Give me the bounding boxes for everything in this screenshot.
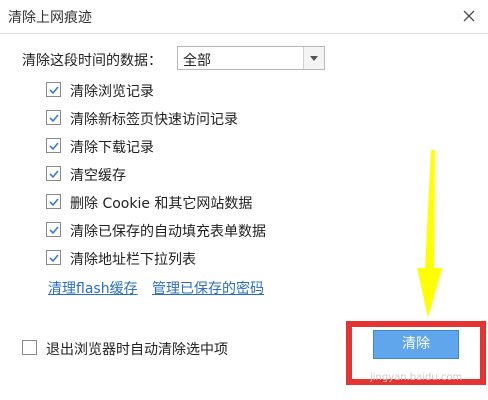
checkbox-checked[interactable] (46, 110, 61, 125)
checkbox-checked[interactable] (46, 138, 61, 153)
auto-clear-label: 退出浏览器时自动清除选中项 (46, 342, 228, 358)
clear-button[interactable]: 清除 (373, 330, 459, 359)
option-label: 清除浏览记录 (70, 84, 154, 100)
option-label: 清除下载记录 (70, 140, 154, 156)
time-range-label: 清除这段时间的数据： (22, 53, 162, 69)
option-label: 删除 Cookie 和其它网站数据 (70, 196, 253, 212)
dialog-titlebar: 清除上网痕迹 (0, 0, 488, 34)
checkbox-unchecked[interactable] (22, 340, 37, 355)
close-icon[interactable] (460, 7, 478, 25)
chevron-down-icon[interactable] (303, 47, 324, 69)
checkbox-checked[interactable] (46, 82, 61, 97)
time-range-value: 全部 (183, 53, 211, 69)
checkmark-icon (49, 170, 59, 179)
checkbox-checked[interactable] (46, 194, 61, 209)
yellow-arrow-icon (417, 150, 442, 318)
checkbox-checked[interactable] (46, 222, 61, 237)
checkmark-icon (49, 254, 59, 263)
option-label: 清除地址栏下拉列表 (70, 252, 196, 268)
option-label: 清除已保存的自动填充表单数据 (70, 224, 266, 240)
option-label: 清除新标签页快速访问记录 (70, 112, 238, 128)
time-range-select[interactable]: 全部 (177, 46, 325, 70)
dialog-title: 清除上网痕迹 (8, 10, 92, 26)
checkmark-icon (49, 226, 59, 235)
checkbox-checked[interactable] (46, 250, 61, 265)
manage-passwords-link[interactable]: 管理已保存的密码 (152, 278, 264, 298)
checkmark-icon (49, 198, 59, 207)
checkmark-icon (49, 86, 59, 95)
clear-history-dialog: 清除上网痕迹 清除这段时间的数据： 全部 清除浏览记录 清除新标签页快速访问记录… (0, 0, 488, 400)
checkmark-icon (49, 142, 59, 151)
option-label: 清空缓存 (70, 168, 126, 184)
checkmark-icon (49, 114, 59, 123)
clear-flash-cache-link[interactable]: 清理flash缓存 (48, 278, 138, 298)
watermark: jingyan.baidu.com (370, 372, 463, 383)
checkbox-checked[interactable] (46, 166, 61, 181)
